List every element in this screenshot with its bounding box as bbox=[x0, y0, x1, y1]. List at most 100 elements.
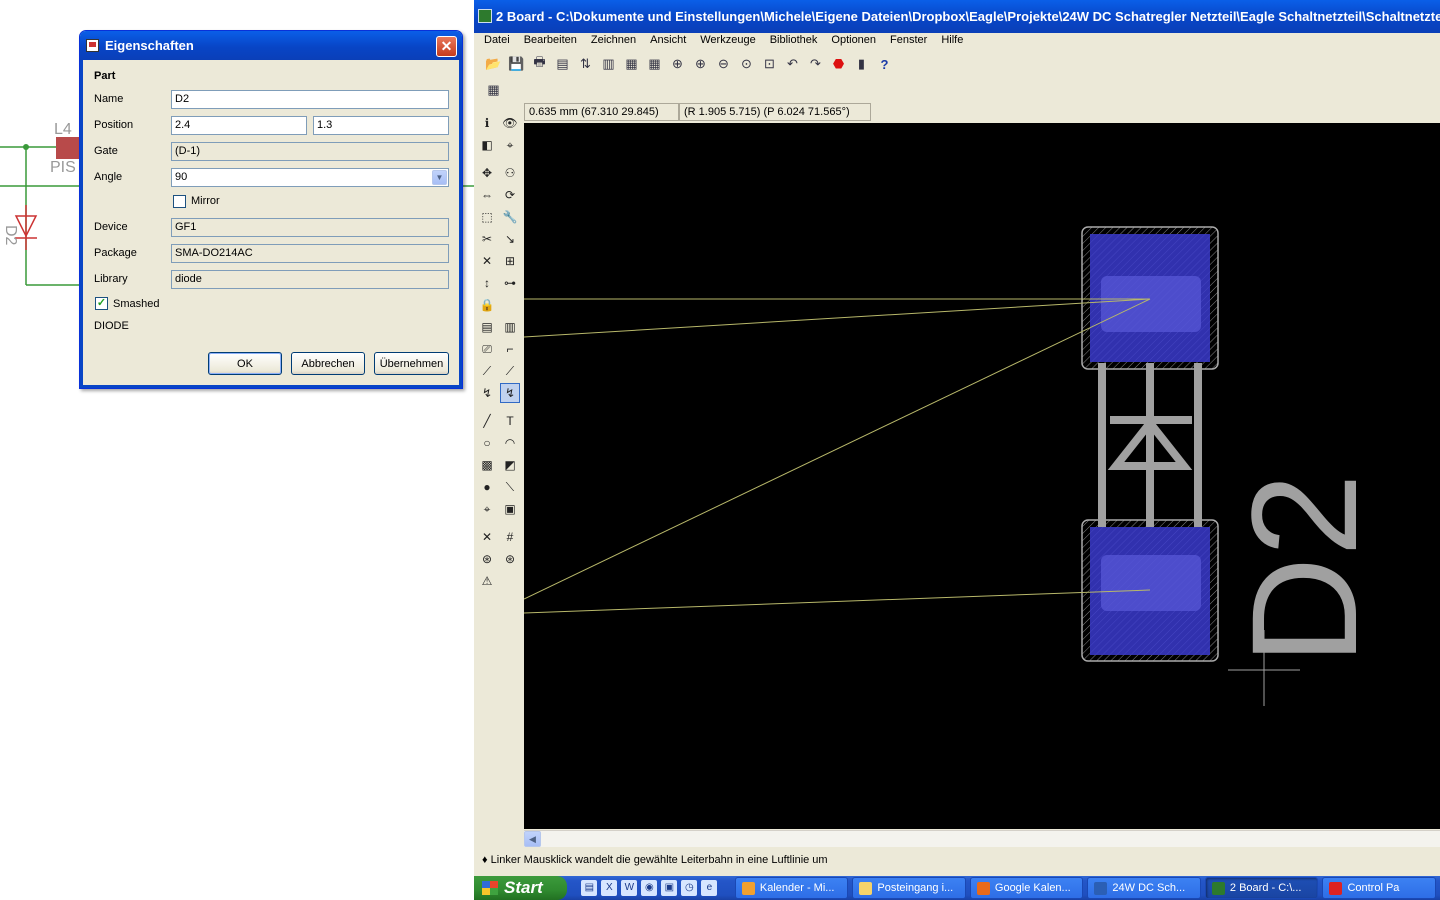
ulp-icon[interactable]: ▦ bbox=[643, 53, 666, 75]
menu-zeichnen[interactable]: Zeichnen bbox=[584, 33, 643, 51]
board-canvas[interactable]: D2 bbox=[524, 123, 1440, 829]
cancel-button[interactable]: Abbrechen bbox=[291, 352, 365, 375]
autorouter-icon[interactable]: # bbox=[500, 527, 520, 547]
redo-icon[interactable]: ↷ bbox=[804, 53, 827, 75]
firefox-icon[interactable]: ◉ bbox=[641, 880, 658, 896]
dialog-titlebar[interactable]: Eigenschaften ✕ bbox=[80, 31, 462, 60]
help-icon[interactable]: ? bbox=[873, 53, 896, 75]
attribute-icon[interactable]: ▣ bbox=[500, 499, 520, 519]
display-icon[interactable]: ◧ bbox=[477, 135, 497, 155]
library-icon[interactable]: ▥ bbox=[597, 53, 620, 75]
lock-icon[interactable]: 🔒 bbox=[477, 295, 497, 315]
position-y-field[interactable]: 1.3 bbox=[313, 116, 449, 135]
group-icon[interactable]: ⬚ bbox=[477, 207, 497, 227]
cam-processor-icon[interactable]: ▤ bbox=[551, 53, 574, 75]
wire-icon[interactable]: ╱ bbox=[477, 411, 497, 431]
menu-optionen[interactable]: Optionen bbox=[824, 33, 883, 51]
ok-button[interactable]: OK bbox=[208, 352, 282, 375]
go-icon[interactable]: ▮ bbox=[850, 53, 873, 75]
chevron-down-icon[interactable]: ▼ bbox=[432, 170, 447, 185]
mirror-icon[interactable]: ⇔ bbox=[477, 185, 497, 205]
drc-icon[interactable]: ⊛ bbox=[477, 549, 497, 569]
ripup-active-icon[interactable]: ↯ bbox=[500, 383, 520, 403]
open-icon[interactable]: 📂 bbox=[482, 53, 505, 75]
rotate-icon[interactable]: ⟳ bbox=[500, 185, 520, 205]
smashed-checkbox[interactable]: ✓ bbox=[95, 297, 108, 310]
zoom-out-icon[interactable]: ⊖ bbox=[712, 53, 735, 75]
delete-icon[interactable]: ✕ bbox=[477, 251, 497, 271]
menu-fenster[interactable]: Fenster bbox=[883, 33, 934, 51]
task-kalender[interactable]: Kalender - Mi... bbox=[734, 877, 849, 899]
calendar-icon[interactable]: ◷ bbox=[681, 880, 698, 896]
ratsnest-icon[interactable]: ✕ bbox=[477, 527, 497, 547]
split-icon[interactable]: ▥ bbox=[500, 317, 520, 337]
horizontal-scrollbar[interactable]: ◀ bbox=[524, 830, 1440, 847]
rect-icon[interactable]: ▩ bbox=[477, 455, 497, 475]
word-icon[interactable]: W bbox=[621, 880, 638, 896]
menu-bearbeiten[interactable]: Bearbeiten bbox=[517, 33, 584, 51]
explorer-icon[interactable]: ▤ bbox=[581, 880, 598, 896]
value-icon[interactable]: ⊶ bbox=[500, 273, 520, 293]
ripup-icon[interactable]: ↯ bbox=[477, 383, 497, 403]
task-control-panel[interactable]: Control Pa bbox=[1322, 877, 1436, 899]
excel-icon[interactable]: X bbox=[601, 880, 618, 896]
miter-icon[interactable]: ⌐ bbox=[500, 339, 520, 359]
copy-icon[interactable]: ⚇ bbox=[500, 163, 520, 183]
via-icon[interactable]: ● bbox=[477, 477, 497, 497]
info-icon[interactable]: ℹ bbox=[477, 113, 497, 133]
position-x-field[interactable]: 2.4 bbox=[171, 116, 307, 135]
paste-icon[interactable]: ↘ bbox=[500, 229, 520, 249]
move-icon[interactable]: ✥ bbox=[477, 163, 497, 183]
stop-icon[interactable]: ⬣ bbox=[827, 53, 850, 75]
text-icon[interactable]: T bbox=[500, 411, 520, 431]
menu-werkzeuge[interactable]: Werkzeuge bbox=[693, 33, 762, 51]
split-wire-icon[interactable]: ⟋ bbox=[500, 361, 520, 381]
name-field[interactable]: D2 bbox=[171, 90, 449, 109]
menu-datei[interactable]: Datei bbox=[477, 33, 517, 51]
zoom-fit-icon[interactable]: ⊕ bbox=[666, 53, 689, 75]
add-icon[interactable]: ⊞ bbox=[500, 251, 520, 271]
cut-icon[interactable]: ✂ bbox=[477, 229, 497, 249]
arc-icon[interactable]: ◠ bbox=[500, 433, 520, 453]
change-icon[interactable]: 🔧 bbox=[500, 207, 520, 227]
optimize-icon[interactable]: ⎚ bbox=[477, 339, 497, 359]
save-icon[interactable]: 💾 bbox=[505, 53, 528, 75]
print-icon[interactable]: 🖶 bbox=[528, 53, 551, 75]
menu-ansicht[interactable]: Ansicht bbox=[643, 33, 693, 51]
switch-schematic-icon[interactable]: ⇅ bbox=[574, 53, 597, 75]
apply-button[interactable]: Übernehmen bbox=[374, 352, 449, 375]
mark-icon[interactable]: ⌖ bbox=[500, 135, 520, 155]
ie-icon[interactable]: e bbox=[701, 880, 718, 896]
start-button[interactable]: Start bbox=[474, 876, 568, 900]
window-icon[interactable]: ▣ bbox=[661, 880, 678, 896]
menu-bibliothek[interactable]: Bibliothek bbox=[763, 33, 825, 51]
task-24w-dc[interactable]: 24W DC Sch... bbox=[1087, 877, 1201, 899]
close-icon[interactable]: ✕ bbox=[436, 36, 457, 57]
show-icon[interactable]: 👁 bbox=[500, 113, 520, 133]
zoom-select-icon[interactable]: ⊡ bbox=[758, 53, 781, 75]
circle-icon[interactable]: ○ bbox=[477, 433, 497, 453]
route-icon[interactable]: ⟋ bbox=[477, 361, 497, 381]
redraw-icon[interactable]: ⊙ bbox=[735, 53, 758, 75]
polygon-icon[interactable]: ◩ bbox=[500, 455, 520, 475]
signal-icon[interactable]: ⟍ bbox=[500, 477, 520, 497]
menu-hilfe[interactable]: Hilfe bbox=[934, 33, 970, 51]
zoom-in-icon[interactable]: ⊕ bbox=[689, 53, 712, 75]
errors-icon[interactable]: ⊛ bbox=[500, 549, 520, 569]
smash-icon[interactable]: ▤ bbox=[477, 317, 497, 337]
scroll-left-icon[interactable]: ◀ bbox=[524, 831, 541, 847]
task-posteingang[interactable]: Posteingang i... bbox=[852, 877, 966, 899]
warning-icon[interactable]: ⚠ bbox=[477, 571, 497, 591]
undo-icon[interactable]: ↶ bbox=[781, 53, 804, 75]
mirror-checkbox[interactable] bbox=[173, 195, 186, 208]
gate-label: Gate bbox=[94, 145, 118, 157]
hole-icon[interactable]: ⌖ bbox=[477, 499, 497, 519]
task-google-kalender[interactable]: Google Kalen... bbox=[969, 877, 1084, 899]
task-2-board[interactable]: 2 Board - C:\... bbox=[1204, 877, 1319, 899]
angle-select[interactable]: 90 ▼ bbox=[171, 168, 449, 187]
script-icon[interactable]: ▦ bbox=[620, 53, 643, 75]
name-icon[interactable]: ↕ bbox=[477, 273, 497, 293]
window-titlebar[interactable]: 2 Board - C:\Dokumente und Einstellungen… bbox=[474, 0, 1440, 33]
angle-value: 90 bbox=[175, 171, 188, 183]
grid-icon[interactable]: ▦ bbox=[482, 79, 505, 101]
